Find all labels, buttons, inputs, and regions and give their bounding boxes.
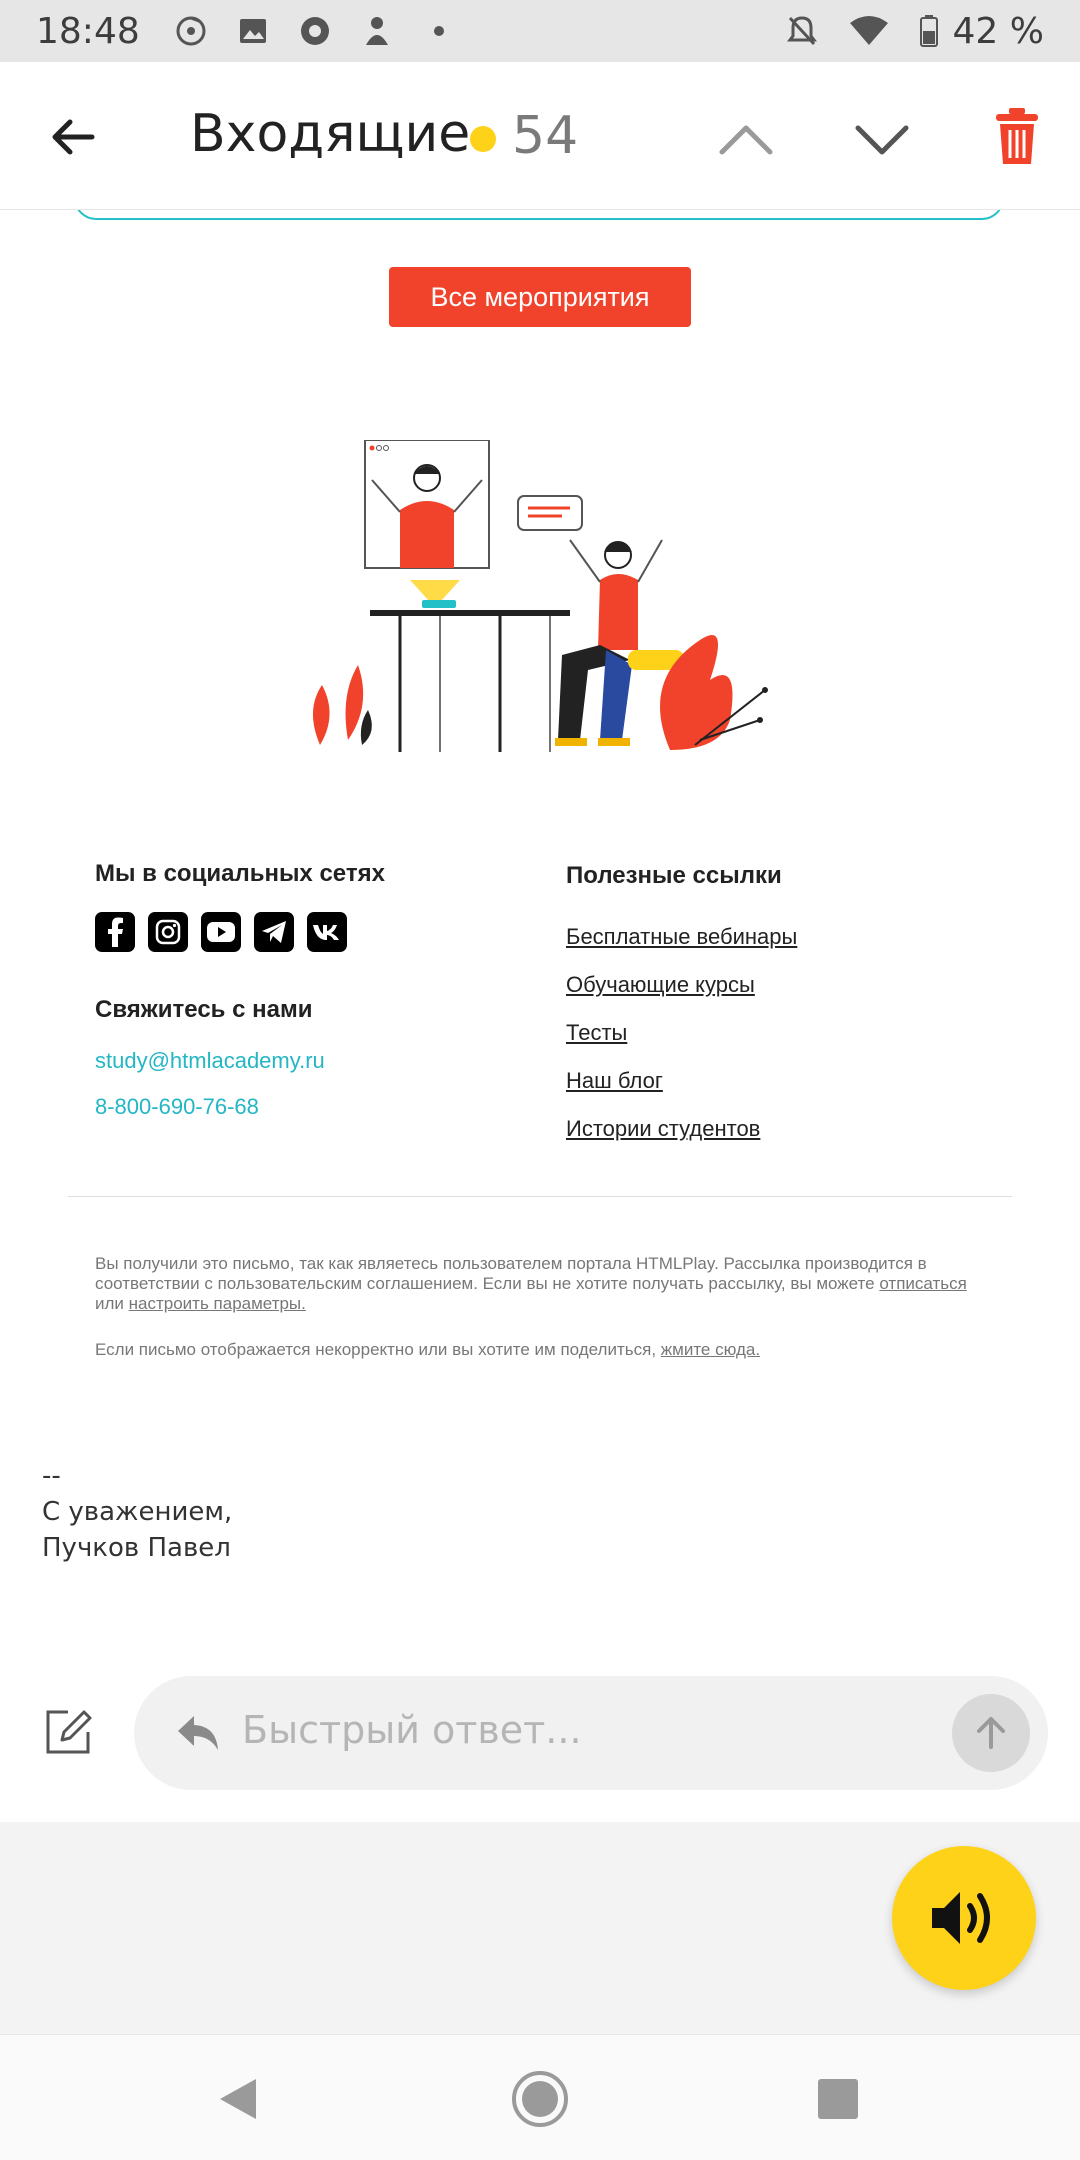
arrow-up-icon [977,1717,1005,1749]
unsubscribe-link[interactable]: отписаться [879,1274,967,1293]
system-recents-button[interactable] [818,2079,858,2119]
link-webinars[interactable]: Бесплатные вебинары [566,924,1006,950]
link-courses[interactable]: Обучающие курсы [566,972,1006,998]
system-navigation-bar [0,2034,1080,2160]
contact-email-link[interactable]: study@htmlacademy.ru [95,1048,535,1074]
arrow-left-icon [52,119,95,155]
trash-icon [996,108,1038,164]
useful-links-heading: Полезные ссылки [566,862,782,889]
youtube-icon[interactable] [201,912,241,952]
person-icon [360,14,394,48]
signature-name: Пучков Павел [42,1533,231,1563]
webinar-illustration [312,440,768,752]
view-online-text: Если письмо отображается некорректно или… [95,1340,661,1359]
folder-title: Входящие [190,104,471,164]
card-border [74,210,1004,220]
contact-heading: Свяжитесь с нами [95,996,313,1023]
signature-regards: С уважением, [42,1497,233,1527]
message-header: Входящие 54 [0,62,1080,210]
triangle-back-icon [220,2079,256,2119]
legal-notice: Вы получили это письмо, так как являетес… [95,1254,975,1314]
social-heading: Мы в социальных сетях [95,860,385,887]
contact-phone-link[interactable]: 8-800-690-76-68 [95,1094,535,1120]
email-body: Все мероприятия Мы в социальных сетях Св… [0,210,1080,1660]
reply-icon [178,1716,218,1750]
send-button[interactable] [952,1694,1030,1772]
unread-count: 54 [512,106,579,166]
unread-dot [470,126,496,152]
telegram-icon[interactable] [254,912,294,952]
signature: -- С уважением, Пучков Павел [42,1458,232,1566]
system-back-button[interactable] [216,2075,260,2128]
image-icon [236,14,270,48]
social-links [95,912,535,952]
useful-links-column: Полезные ссылки Бесплатные вебинары Обуч… [566,862,1006,1142]
wifi-icon [847,14,891,48]
quick-reply-bar: Быстрый ответ... [0,1660,1080,1822]
dot-icon [422,14,456,48]
compose-icon [46,1710,92,1754]
all-events-button[interactable]: Все мероприятия [389,267,691,327]
battery-icon [919,14,939,48]
link-student-stories[interactable]: Истории студентов [566,1116,1006,1142]
battery-level: 42 % [952,10,1044,52]
quick-reply-placeholder: Быстрый ответ... [242,1708,582,1752]
legal-text: Вы получили это письмо, так как являетес… [95,1254,927,1293]
home-circle-icon [512,2071,568,2127]
next-message-button[interactable] [852,110,912,170]
footer-divider [68,1196,1012,1197]
signature-dashes: -- [42,1461,61,1491]
chevron-up-icon [719,125,773,155]
vk-icon[interactable] [307,912,347,952]
delete-button[interactable] [994,106,1040,166]
back-button[interactable] [48,112,98,162]
previous-message-button[interactable] [716,110,776,170]
read-aloud-button[interactable] [892,1846,1036,1990]
camera-icon [298,14,332,48]
legal-or: или [95,1294,129,1313]
status-time: 18:48 [36,10,140,52]
view-online-notice: Если письмо отображается некорректно или… [95,1340,975,1360]
social-column: Мы в социальных сетях Свяжитесь с нами s… [95,860,535,1120]
facebook-icon[interactable] [95,912,135,952]
notifications-off-icon [785,14,819,48]
system-home-button[interactable] [510,2069,570,2129]
quick-reply-field[interactable]: Быстрый ответ... [134,1676,1048,1790]
settings-link[interactable]: настроить параметры. [129,1294,306,1313]
compose-button[interactable] [42,1706,94,1758]
instagram-icon[interactable] [148,912,188,952]
music-icon [174,14,208,48]
link-tests[interactable]: Тесты [566,1020,1006,1046]
status-bar: 18:48 42 % [0,0,1080,62]
speaker-icon [932,1892,990,1944]
view-online-link[interactable]: жмите сюда. [661,1340,760,1359]
chevron-down-icon [855,125,909,155]
link-blog[interactable]: Наш блог [566,1068,1006,1094]
